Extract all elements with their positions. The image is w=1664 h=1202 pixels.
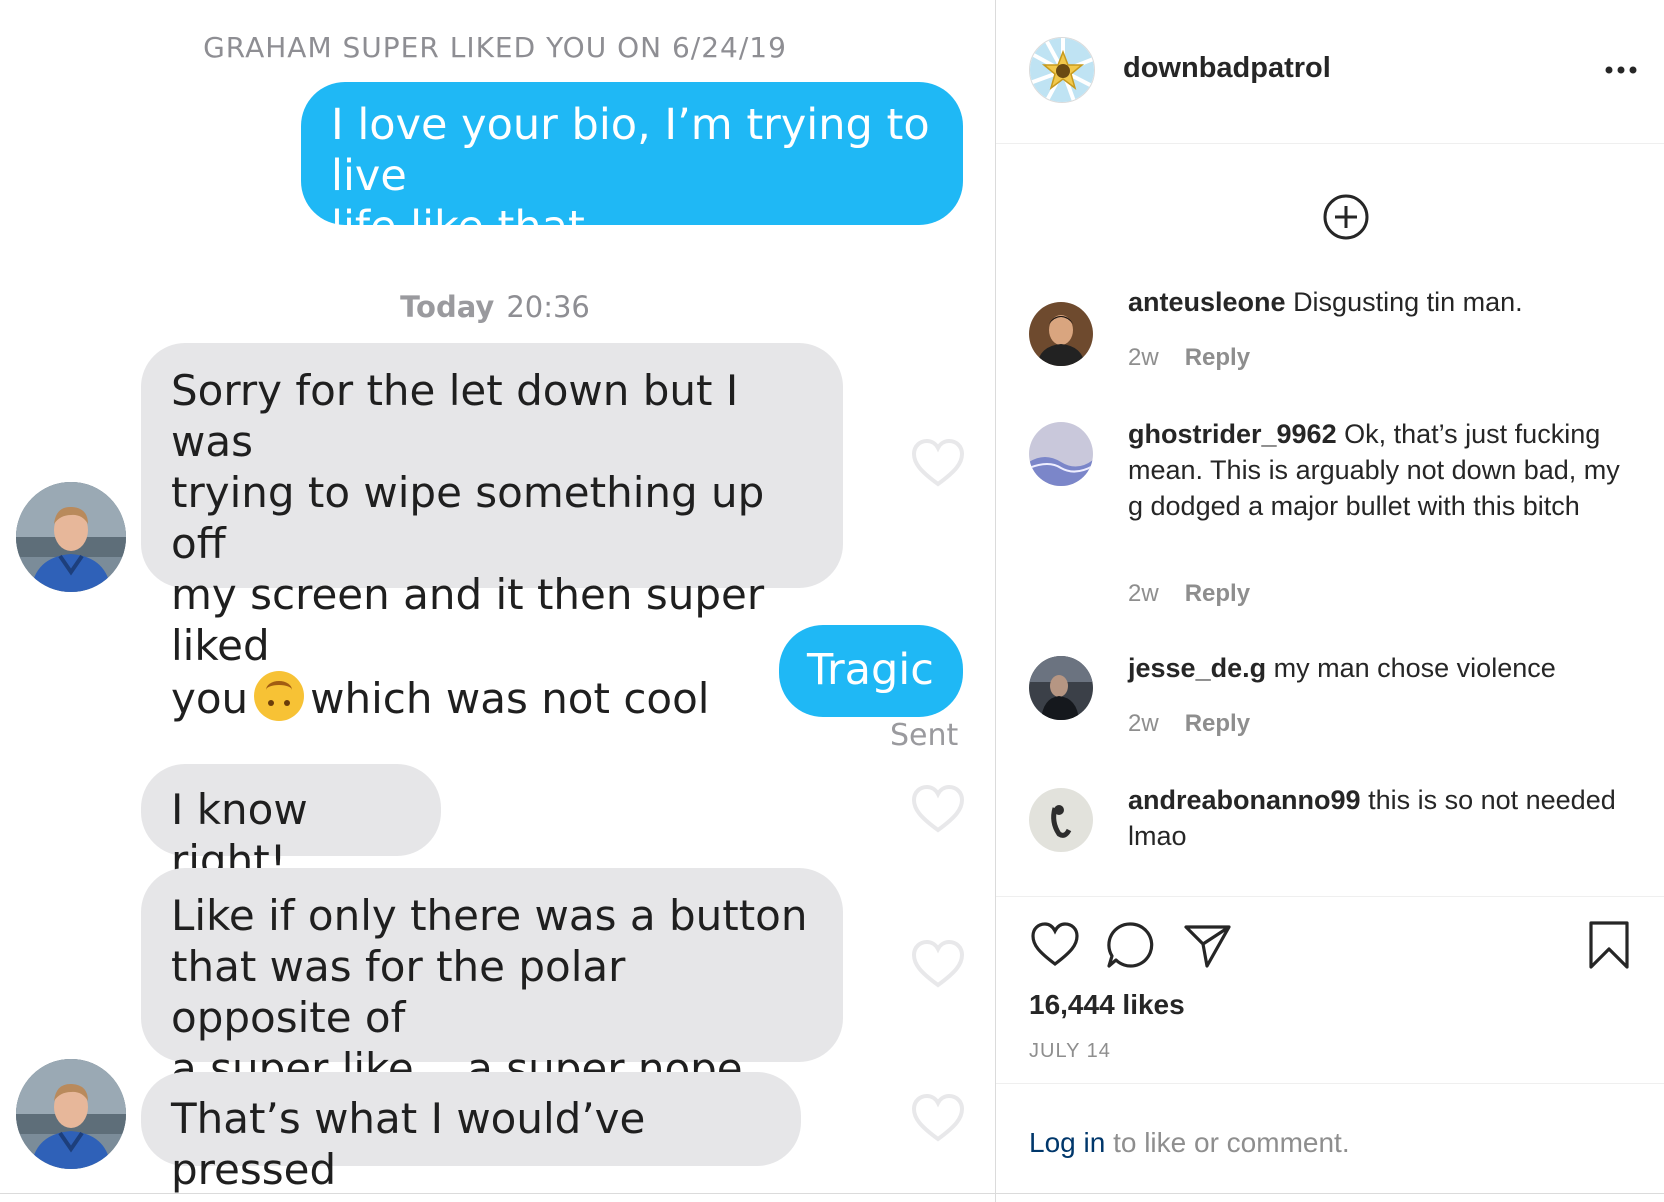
heart-icon[interactable] (1029, 919, 1081, 971)
like-heart-icon[interactable] (910, 783, 966, 835)
superliked-banner: GRAHAM SUPER LIKED YOU ON 6/24/19 (203, 31, 787, 64)
bottom-divider (0, 1193, 1664, 1194)
chat-screenshot: GRAHAM SUPER LIKED YOU ON 6/24/19 I love… (0, 0, 995, 1202)
reply-button[interactable]: Reply (1185, 710, 1250, 737)
like-heart-icon[interactable] (910, 1092, 966, 1144)
comments-list: anteusleone Disgusting tin man. 2w Reply … (996, 290, 1664, 896)
comment-text: ghostrider_9962 Ok, that’s just fucking … (1128, 416, 1628, 524)
timestamp-day: Today (400, 290, 495, 324)
comment-text: anteusleone Disgusting tin man. (1128, 290, 1628, 320)
login-rest: to like or comment. (1105, 1127, 1350, 1158)
comment-username[interactable]: ghostrider_9962 (1128, 419, 1337, 449)
message-text: Like if only there was a button that was… (171, 891, 808, 1093)
comment-message: Disgusting tin man. (1293, 290, 1523, 317)
login-link[interactable]: Log in (1029, 1127, 1105, 1158)
login-text: Log in to like or comment. (1029, 1127, 1350, 1159)
chat-timestamp: Today 20:36 (0, 290, 990, 324)
comment-age: 2w (1128, 344, 1159, 371)
comment-text: jesse_de.g my man chose violence (1128, 650, 1628, 686)
comment-icon[interactable] (1104, 919, 1156, 971)
like-heart-icon[interactable] (910, 437, 966, 489)
match-avatar[interactable] (16, 482, 126, 592)
timestamp-time: 20:36 (506, 290, 590, 324)
commenter-avatar[interactable] (1029, 422, 1093, 486)
comment-message: my man chose violence (1273, 653, 1556, 683)
comment-meta: 2w Reply (1128, 344, 1250, 372)
message-incoming: Like if only there was a button that was… (141, 868, 843, 1093)
post-date: JULY 14 (1029, 1040, 1111, 1062)
bookmark-icon[interactable] (1583, 919, 1635, 971)
message-text: Sorry for the let down but I was trying … (171, 366, 765, 723)
commenter-avatar[interactable] (1029, 788, 1093, 852)
share-icon[interactable] (1181, 919, 1233, 971)
instagram-post-panel: downbadpatrol anteusleone Disgusting tin… (995, 0, 1664, 1202)
comment-username[interactable]: andreabonanno99 (1128, 785, 1361, 815)
login-prompt: Log in to like or comment. (996, 1083, 1664, 1193)
comment-meta: 2w Reply (1128, 580, 1250, 608)
message-incoming: I know right! (141, 764, 441, 885)
comment-username[interactable]: jesse_de.g (1128, 653, 1266, 683)
message-text: Tragic (807, 645, 934, 695)
comment-username[interactable]: anteusleone (1128, 290, 1286, 317)
commenter-avatar[interactable] (1029, 656, 1093, 720)
sent-status: Sent (890, 718, 959, 753)
add-circle-icon[interactable] (1322, 193, 1370, 241)
message-outgoing: Tragic (779, 625, 963, 717)
like-heart-icon[interactable] (910, 938, 966, 990)
message-incoming: That’s what I would’ve pressed (141, 1072, 801, 1194)
reply-button[interactable]: Reply (1185, 344, 1250, 371)
account-username[interactable]: downbadpatrol (1123, 52, 1331, 85)
message-outgoing: I love your bio, I’m trying to live life… (301, 82, 963, 252)
account-avatar[interactable] (1029, 37, 1095, 103)
commenter-avatar[interactable] (1029, 302, 1093, 366)
comment-meta: 2w Reply (1128, 710, 1250, 738)
comment-age: 2w (1128, 710, 1159, 737)
likes-count[interactable]: 16,444 likes (1029, 989, 1185, 1021)
upside-down-face-emoji-icon (254, 671, 305, 721)
comment-age: 2w (1128, 580, 1159, 607)
message-text: I love your bio, I’m trying to live life… (331, 100, 930, 252)
post-header: downbadpatrol (996, 0, 1664, 144)
message-text-tail: which was not cool (310, 674, 710, 723)
more-icon[interactable] (1601, 50, 1641, 90)
message-incoming: Sorry for the let down but I was trying … (141, 343, 843, 723)
comment-text: andreabonanno99 this is so not needed lm… (1128, 782, 1628, 854)
match-avatar[interactable] (16, 1059, 126, 1169)
post-actions: 16,444 likes JULY 14 (996, 896, 1664, 1084)
message-text: That’s what I would’ve pressed (171, 1094, 646, 1194)
reply-button[interactable]: Reply (1185, 580, 1250, 607)
